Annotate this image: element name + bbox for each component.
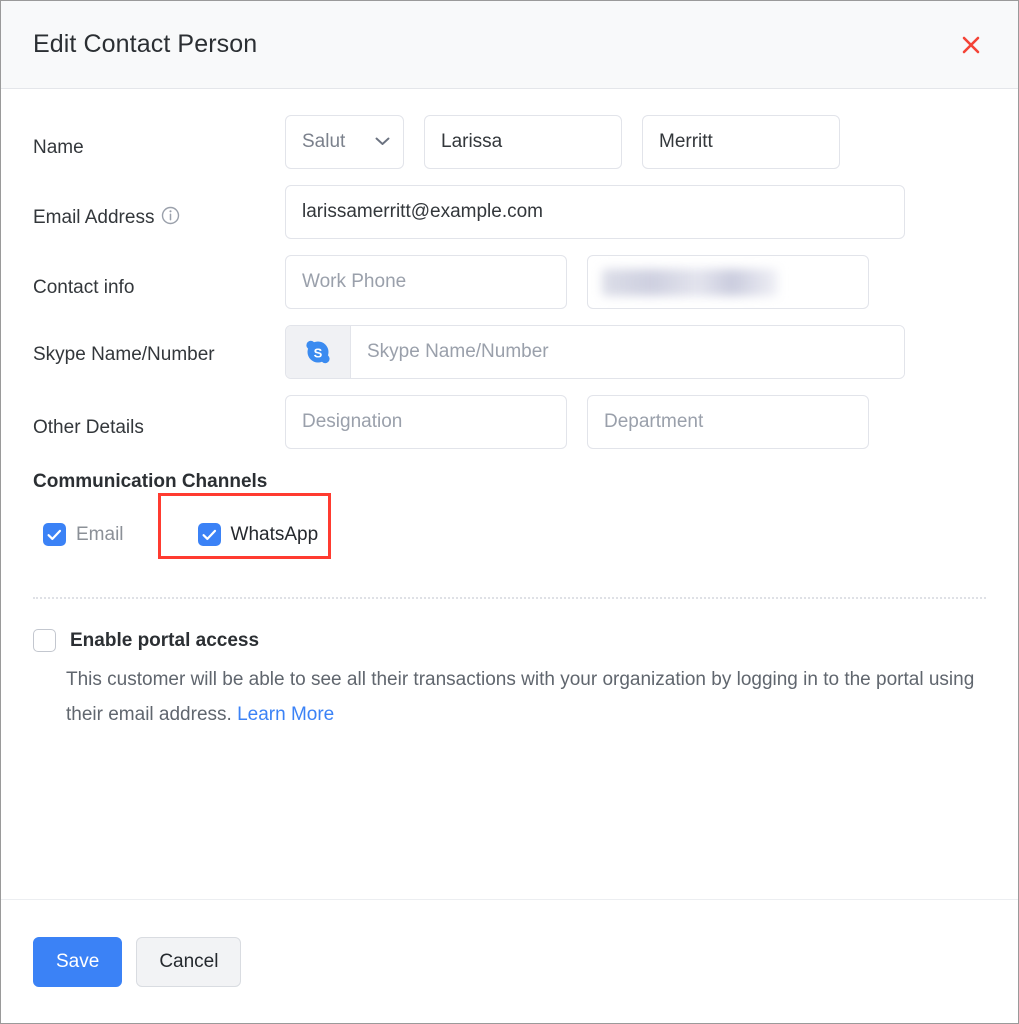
form-row-email: Email Address [33, 185, 986, 239]
dialog-body: Name Email Address [1, 89, 1018, 899]
form-row-skype: Skype Name/Number S [33, 325, 986, 379]
skype-icon: S [286, 326, 351, 378]
page-title: Edit Contact Person [33, 30, 954, 59]
skype-input-group[interactable]: S [285, 325, 905, 379]
checkbox-checked-icon [43, 523, 66, 546]
checkbox-whatsapp-label: WhatsApp [231, 524, 319, 546]
name-label: Name [33, 115, 285, 165]
form-row-contact-info: Contact info [33, 255, 986, 309]
department-input[interactable] [587, 395, 869, 449]
checkbox-unchecked-icon [33, 629, 56, 652]
salutation-select[interactable] [285, 115, 404, 169]
email-label-group: Email Address [33, 185, 285, 235]
portal-access-section: Enable portal access This customer will … [33, 629, 986, 732]
checkbox-enable-portal-access[interactable]: Enable portal access [33, 629, 986, 652]
close-icon[interactable] [954, 28, 988, 62]
skype-input[interactable] [351, 326, 904, 378]
email-input[interactable] [285, 185, 905, 239]
dialog-header: Edit Contact Person [1, 1, 1018, 89]
dialog-footer: Save Cancel [1, 899, 1018, 1023]
communication-channels-group: Email WhatsApp [33, 505, 986, 564]
form-row-other-details: Other Details [33, 395, 986, 449]
edit-contact-person-dialog: Edit Contact Person Name [0, 0, 1019, 1024]
portal-access-label: Enable portal access [70, 630, 259, 652]
email-label: Email Address [33, 200, 154, 235]
other-details-label: Other Details [33, 395, 285, 445]
mobile-input-redacted[interactable] [587, 255, 869, 309]
checkbox-whatsapp[interactable]: WhatsApp [179, 505, 341, 564]
info-icon[interactable] [161, 206, 180, 225]
communication-channels-title: Communication Channels [33, 471, 986, 493]
svg-text:S: S [314, 346, 323, 361]
form-row-name: Name [33, 115, 986, 169]
contact-info-label: Contact info [33, 255, 285, 305]
redaction-overlay [602, 269, 778, 296]
skype-label: Skype Name/Number [33, 325, 285, 372]
first-name-input[interactable] [424, 115, 622, 169]
save-button[interactable]: Save [33, 937, 122, 987]
salutation-input[interactable] [285, 115, 404, 169]
portal-access-description-text: This customer will be able to see all th… [66, 669, 974, 725]
checkbox-checked-icon [198, 523, 221, 546]
checkbox-email[interactable]: Email [43, 523, 124, 546]
last-name-input[interactable] [642, 115, 840, 169]
learn-more-link[interactable]: Learn More [237, 704, 334, 725]
section-divider [33, 597, 986, 599]
cancel-button[interactable]: Cancel [136, 937, 241, 987]
portal-access-description: This customer will be able to see all th… [66, 662, 986, 732]
work-phone-input[interactable] [285, 255, 567, 309]
checkbox-email-label: Email [76, 524, 124, 546]
designation-input[interactable] [285, 395, 567, 449]
